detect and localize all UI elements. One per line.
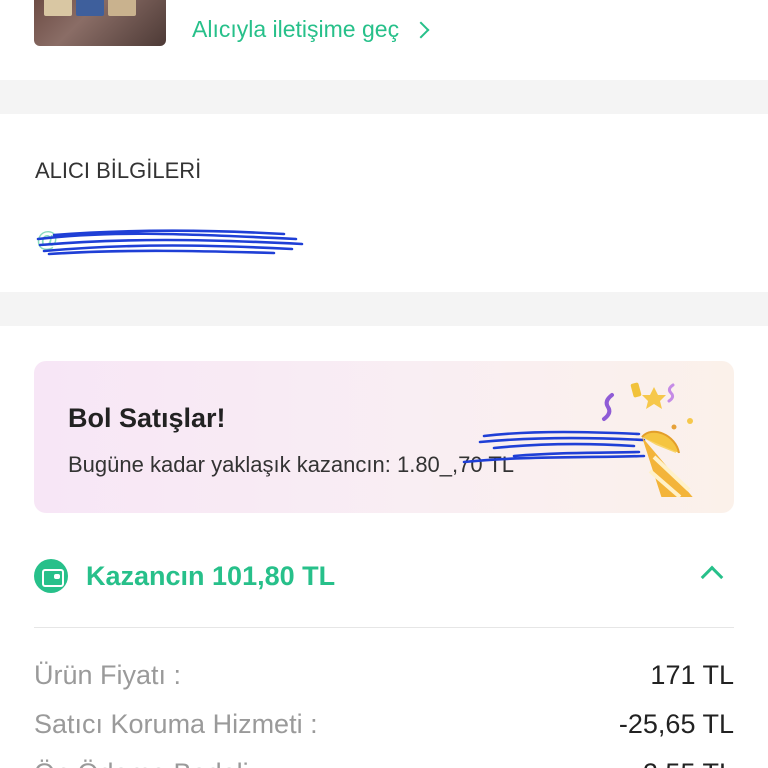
thumbnail-card [76, 0, 104, 16]
contact-buyer-link[interactable]: Alıcıyla iletişime geç [192, 16, 430, 43]
section-separator [0, 292, 768, 326]
chevron-up-icon[interactable] [700, 565, 724, 589]
product-thumbnail[interactable] [34, 0, 166, 46]
thumbnail-card [108, 0, 136, 16]
top-section: Alıcıyla iletişime geç [0, 0, 768, 80]
buyer-info-title: ALICI BİLGİLERİ [35, 158, 202, 183]
earnings-summary-toggle[interactable]: Kazancın 101,80 TL [34, 551, 734, 601]
row-label: Ön Ödeme Bedeli [34, 758, 249, 768]
contact-buyer-label: Alıcıyla iletişime geç [192, 16, 400, 42]
chevron-right-icon [412, 21, 430, 38]
row-value: -25,65 TL [618, 708, 734, 739]
redacted-buyer-handle[interactable]: @ [34, 225, 304, 257]
good-sales-banner: Bol Satışlar! Bugüne kadar yaklaşık kaza… [34, 361, 734, 513]
protection-fee-row: Satıcı Koruma Hizmeti : -25,65 TL [34, 704, 734, 744]
row-label: Ürün Fiyatı : [34, 659, 182, 690]
row-label: Satıcı Koruma Hizmeti : [34, 708, 318, 739]
party-popper-icon [602, 382, 693, 497]
price-row: Ürün Fiyatı : 171 TL [34, 655, 734, 695]
row-value: 171 TL [650, 659, 734, 690]
divider [34, 627, 734, 628]
banner-title: Bol Satışlar! [68, 403, 226, 433]
thumbnail-card [44, 0, 72, 16]
buyer-info-section: ALICI BİLGİLERİ @ [0, 114, 768, 292]
row-value: -2,55 TL [634, 758, 734, 768]
prepayment-fee-row: Ön Ödeme Bedeli -2,55 TL [34, 753, 734, 768]
earnings-section: Bol Satışlar! Bugüne kadar yaklaşık kaza… [0, 326, 768, 768]
section-separator [0, 80, 768, 114]
earnings-label: Kazancın 101,80 TL [86, 560, 336, 591]
wallet-icon [34, 559, 68, 593]
banner-subtitle: Bugüne kadar yaklaşık kazancın: 1.80_,70… [68, 452, 514, 477]
